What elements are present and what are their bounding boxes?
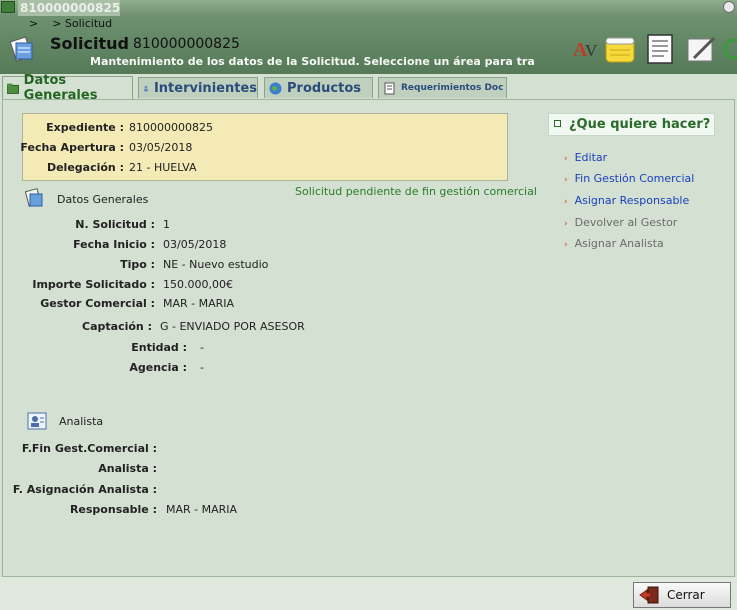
fecha-apertura-value: 03/05/2018 xyxy=(129,141,193,154)
bullet-icon: › xyxy=(564,154,568,164)
fecha-asignacion-label: F. Asignación Analista : xyxy=(12,483,157,496)
refresh-icon[interactable] xyxy=(722,34,737,64)
action-devolver-al-gestor: › Devolver al Gestor xyxy=(564,216,678,229)
solicitud-number: 810000000825 xyxy=(133,36,240,52)
datos-generales-title: Datos Generales xyxy=(57,193,149,206)
header: > > Solicitud Solicitud 810000000825 Man… xyxy=(0,16,737,74)
solicitud-icon xyxy=(10,36,33,62)
gestor-label: Gestor Comercial : xyxy=(40,297,155,310)
fecha-inicio-label: Fecha Inicio : xyxy=(73,238,155,251)
folder-icon xyxy=(7,83,19,94)
page-title: Solicitud xyxy=(50,34,129,53)
bullet-icon: › xyxy=(564,240,568,250)
close-window-icon[interactable] xyxy=(723,1,735,13)
tab-label: Productos xyxy=(287,80,362,96)
tab-bar: Datos Generales Intervinientes Productos… xyxy=(0,73,737,103)
expediente-box: Expediente : 810000000825 Fecha Apertura… xyxy=(20,113,508,181)
importe-value: 150.000,00€ xyxy=(163,278,233,291)
actions-header: ¿Que quiere hacer? xyxy=(548,113,715,136)
bullet-icon: › xyxy=(564,175,568,185)
fecha-inicio-value: 03/05/2018 xyxy=(163,238,227,251)
tab-requerimientos-doc[interactable]: Requerimientos Doc xyxy=(378,77,507,98)
captacion-value: G - ENVIADO POR ASESOR xyxy=(160,320,305,333)
responsable-value: MAR - MARIA xyxy=(166,503,238,516)
tipo-value: NE - Nuevo estudio xyxy=(163,258,269,271)
analista-label: Analista : xyxy=(98,462,157,475)
edit-pencil-icon[interactable] xyxy=(686,34,718,64)
tab-intervinientes[interactable]: Intervinientes xyxy=(138,77,258,98)
expediente-value: 810000000825 xyxy=(129,121,213,134)
datos-icon xyxy=(25,188,43,207)
arrow-box-icon xyxy=(554,120,561,127)
window-titlebar: 810000000825 xyxy=(0,0,737,16)
delegacion-label: Delegación : xyxy=(46,161,124,174)
tab-label: Requerimientos Doc xyxy=(401,83,504,93)
svg-text:V: V xyxy=(585,41,598,60)
action-fin-gestion-comercial[interactable]: › Fin Gestión Comercial xyxy=(564,172,694,185)
window-icon xyxy=(1,1,15,13)
status-text: Solicitud pendiente de fin gestión comer… xyxy=(295,185,537,198)
footer xyxy=(0,577,737,610)
agencia-label: Agencia : xyxy=(129,361,187,374)
n-solicitud-label: N. Solicitud : xyxy=(75,218,155,231)
entidad-label: Entidad : xyxy=(131,341,187,354)
close-button[interactable]: Cerrar xyxy=(633,582,731,608)
bullet-icon: › xyxy=(564,197,568,207)
actions-title: ¿Que quiere hacer? xyxy=(569,117,711,132)
fecha-apertura-label: Fecha Apertura : xyxy=(20,141,124,154)
analista-icon xyxy=(27,412,47,430)
av-icon[interactable]: A V xyxy=(571,34,601,64)
importe-label: Importe Solicitado : xyxy=(32,278,155,291)
document-icon[interactable] xyxy=(644,34,678,64)
person-icon xyxy=(143,85,149,91)
tab-productos[interactable]: Productos xyxy=(264,77,373,98)
ffin-gest-label: F.Fin Gest.Comercial : xyxy=(21,442,157,455)
expediente-label: Expediente : xyxy=(46,121,124,134)
agencia-value: - xyxy=(200,361,204,374)
document-tab-icon xyxy=(384,82,395,94)
analista-title: Analista xyxy=(59,415,104,428)
exit-door-icon xyxy=(639,586,659,604)
gestor-value: MAR - MARIA xyxy=(163,297,235,310)
tipo-label: Tipo : xyxy=(120,258,155,271)
action-editar[interactable]: › Editar xyxy=(564,151,607,164)
delegacion-value: 21 - HUELVA xyxy=(129,161,197,174)
window-title: 810000000825 xyxy=(18,0,121,16)
notes-icon[interactable] xyxy=(604,34,636,64)
globe-icon xyxy=(269,82,282,94)
entidad-value: - xyxy=(200,341,204,354)
page-subtitle: Mantenimiento de los datos de la Solicit… xyxy=(90,55,535,68)
n-solicitud-value: 1 xyxy=(163,218,170,231)
bullet-icon: › xyxy=(564,219,568,229)
tab-label: Intervinientes xyxy=(153,80,257,96)
responsable-label: Responsable : xyxy=(69,503,157,516)
action-asignar-analista: › Asignar Analista xyxy=(564,237,664,250)
action-asignar-responsable[interactable]: › Asignar Responsable xyxy=(564,194,689,207)
breadcrumb[interactable]: > > Solicitud xyxy=(29,17,112,30)
captacion-label: Captación : xyxy=(82,320,152,333)
close-button-label: Cerrar xyxy=(667,588,705,602)
tab-datos-generales[interactable]: Datos Generales xyxy=(2,73,133,103)
